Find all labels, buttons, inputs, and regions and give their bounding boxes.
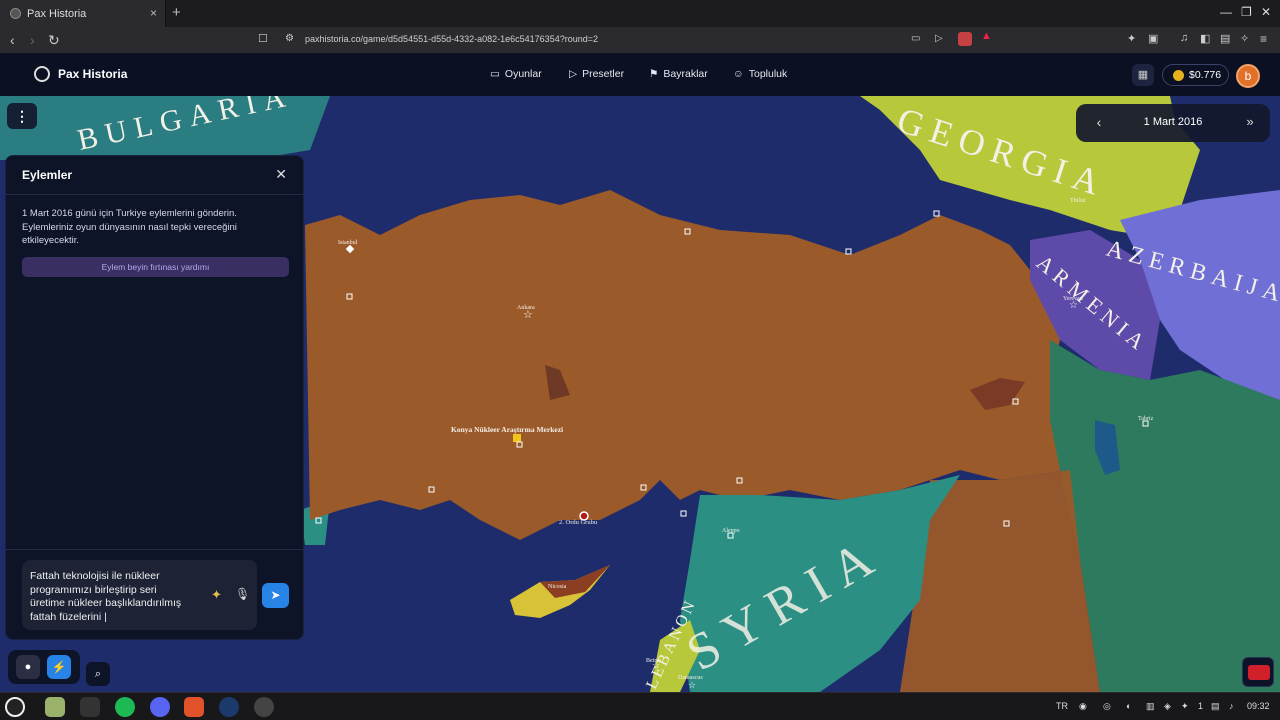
site-info-icon[interactable]: ⚙: [285, 33, 294, 44]
keyboard-layout[interactable]: TR: [1056, 701, 1068, 711]
new-tab-button[interactable]: +: [172, 4, 181, 21]
nav-bayraklar[interactable]: ⚑ Bayraklar: [649, 68, 708, 80]
discord-tray-icon[interactable]: ◉: [1079, 701, 1087, 712]
divider: [6, 194, 303, 195]
avatar[interactable]: b: [1236, 64, 1260, 88]
files-icon[interactable]: [45, 697, 65, 717]
menu-icon[interactable]: ≡: [1260, 32, 1267, 46]
city-tbilisi-label: Tbilisi: [1070, 198, 1086, 204]
nav-label: Oyunlar: [504, 68, 542, 80]
divider: [6, 549, 303, 550]
forward-icon[interactable]: ›: [30, 32, 35, 48]
maximize-icon[interactable]: ❐: [1241, 5, 1252, 19]
chat-mode-button[interactable]: ●: [16, 655, 40, 679]
cast-icon[interactable]: ▭: [911, 33, 920, 44]
send-button[interactable]: ➤: [262, 583, 289, 608]
city-yerevan-label: Yerevan: [1063, 296, 1083, 302]
panel-description: 1 Mart 2016 günü için Turkiye eylemlerin…: [22, 208, 237, 246]
sparkle-icon[interactable]: ✦: [211, 587, 222, 603]
spotify-icon[interactable]: [115, 697, 135, 717]
capital-star-icon[interactable]: ☆: [688, 680, 696, 690]
clipboard-tray-icon[interactable]: ▥: [1146, 701, 1155, 712]
brand-name: Pax Historia: [58, 67, 128, 81]
city-nicosia-label: Nicosia: [548, 584, 567, 590]
search-button[interactable]: ⌕: [86, 662, 110, 686]
browser-nav-bar: ‹ › ↻ ☐ ⚙ paxhistoria.co/game/d5d54551-d…: [0, 27, 1280, 53]
army-label: 2. Ordu Grubu: [559, 519, 598, 526]
nav-topluluk[interactable]: ☺ Topluluk: [733, 68, 787, 80]
map-menu-button[interactable]: ⋮: [7, 103, 37, 129]
tab-close-icon[interactable]: ×: [150, 6, 157, 20]
shield-icon[interactable]: [958, 32, 972, 46]
nav-label: Presetler: [582, 68, 625, 80]
balance-pill[interactable]: $0.776: [1162, 64, 1229, 86]
city-istanbul-label: Istanbul: [338, 240, 358, 246]
extensions-icon[interactable]: ✦: [1127, 32, 1136, 45]
advance-date-icon[interactable]: »: [1238, 111, 1262, 133]
capital-star-icon[interactable]: ☆: [652, 660, 660, 670]
turkey-flag-icon: [1248, 665, 1270, 680]
clock: 09:32: [1247, 701, 1270, 711]
wallet-icon[interactable]: ▤: [1220, 32, 1230, 45]
rewards-icon[interactable]: ▲: [981, 30, 992, 42]
nav-label: Bayraklar: [663, 68, 708, 80]
nuclear-site-label: Konya Nükleer Araştırma Merkezi: [451, 425, 563, 434]
balance-value: $0.776: [1189, 69, 1222, 81]
coin-icon: [1173, 69, 1184, 81]
url-text: paxhistoria.co/game/d5d54551-d55d-4332-a…: [305, 34, 598, 44]
steam-icon[interactable]: [219, 697, 239, 717]
browser-tab[interactable]: Pax Historia ×: [0, 0, 166, 27]
terminal-icon[interactable]: [80, 697, 100, 717]
split-view-icon[interactable]: ◧: [1200, 32, 1210, 45]
action-input-text: Fattah teknolojisi ile nükleer programım…: [30, 570, 182, 623]
tab-title: Pax Historia: [27, 7, 87, 20]
nav-label: Topluluk: [748, 68, 788, 80]
users-icon: ☺: [733, 68, 744, 80]
play-icon: ▷: [569, 68, 578, 80]
gift-icon[interactable]: ▦: [1132, 64, 1154, 86]
brand-logo[interactable]: Pax Historia: [34, 66, 127, 82]
city-ankara-label: Ankara: [517, 305, 535, 311]
microphone-icon[interactable]: 🎙: [235, 587, 250, 601]
date-navigator: ‹ 1 Mart 2016 »: [1076, 104, 1270, 142]
notification-count: 1: [1198, 701, 1204, 711]
panel-title: Eylemler: [22, 168, 73, 182]
nuclear-site-marker[interactable]: [513, 434, 521, 442]
reload-icon[interactable]: ↻: [48, 32, 60, 49]
action-mode-button[interactable]: ⚡: [47, 655, 71, 679]
globe-icon: [34, 66, 50, 82]
app-header: Pax Historia ▭ Oyunlar ▷ Presetler ⚑ Bayrak…: [0, 53, 1280, 96]
gamepad-icon: ▭: [490, 68, 500, 80]
browser-tab-bar: Pax Historia × + — ❐ ✕: [0, 0, 1280, 27]
brainstorm-button[interactable]: Eylem beyin fırtınası yardımı: [22, 257, 289, 277]
site-favicon-icon: [10, 8, 21, 19]
leo-icon[interactable]: ✧: [1240, 32, 1249, 45]
sidebar-icon[interactable]: ▣: [1148, 32, 1158, 45]
play-icon[interactable]: ▷: [935, 33, 943, 44]
music-icon[interactable]: ♫: [1180, 32, 1188, 44]
window-close-icon[interactable]: ✕: [1261, 5, 1271, 19]
steam-tray-icon[interactable]: ◎: [1103, 701, 1111, 712]
minimize-icon[interactable]: —: [1220, 5, 1232, 19]
country-flag-button[interactable]: [1242, 657, 1274, 687]
network-tray-icon[interactable]: ◐: [1126, 701, 1131, 711]
settings-icon[interactable]: [254, 697, 274, 717]
taskbar: TR ◉ ◎ ◐ ▥ ◈ ✦ 1 ▤ ♪ 09:32: [0, 692, 1280, 720]
discord-icon[interactable]: [150, 697, 170, 717]
address-bar[interactable]: ⚙ paxhistoria.co/game/d5d54551-d55d-4332…: [275, 30, 1001, 50]
network-tray-icon[interactable]: ▤: [1211, 701, 1220, 712]
brave-icon[interactable]: [184, 697, 204, 717]
start-menu-icon[interactable]: [5, 697, 25, 717]
notification-tray-icon[interactable]: ✦: [1181, 701, 1189, 712]
flag-icon: ⚑: [649, 68, 659, 80]
shield-tray-icon[interactable]: ◈: [1164, 701, 1171, 712]
nav-oyunlar[interactable]: ▭ Oyunlar: [490, 68, 542, 80]
close-icon[interactable]: ✕: [275, 166, 287, 183]
back-icon[interactable]: ‹: [10, 32, 15, 48]
bookmark-icon[interactable]: ☐: [258, 32, 268, 45]
nav-presetler[interactable]: ▷ Presetler: [569, 68, 624, 80]
volume-tray-icon[interactable]: ♪: [1229, 701, 1234, 711]
actions-panel: Eylemler ✕ 1 Mart 2016 günü için Turkiye…: [5, 155, 304, 640]
